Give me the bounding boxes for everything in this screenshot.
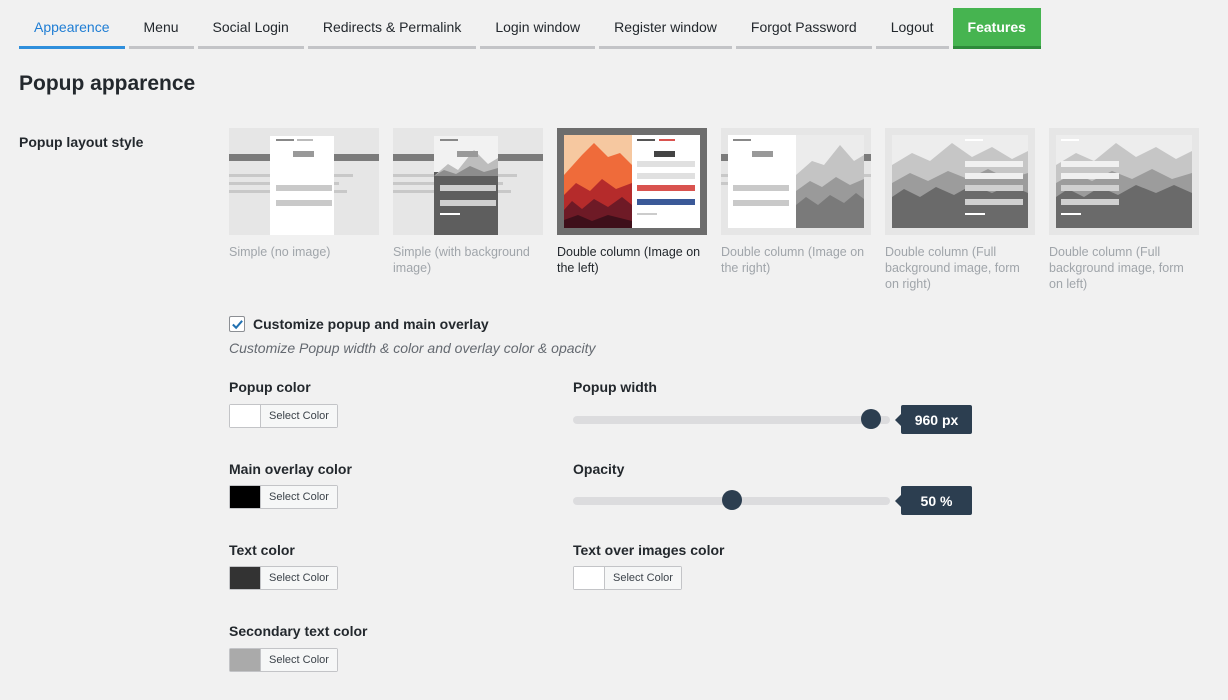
layout-caption: Simple (no image)	[229, 245, 331, 259]
select-color-button[interactable]: Select Color	[261, 649, 337, 671]
secondary-text-color-picker[interactable]: Select Color	[229, 648, 338, 672]
customize-description: Customize Popup width & color and overla…	[229, 340, 596, 356]
tab-redirects-permalink[interactable]: Redirects & Permalink	[307, 8, 477, 49]
text-color-label: Text color	[229, 542, 295, 558]
color-swatch	[574, 567, 605, 589]
popup-width-value: 960 px	[895, 405, 972, 434]
customize-checkbox[interactable]	[229, 316, 245, 332]
tab-appearence[interactable]: Appearence	[19, 8, 125, 49]
opacity-slider[interactable]	[573, 490, 890, 510]
layout-full-right-thumbnail	[885, 128, 1035, 235]
layout-option-simple[interactable]: Simple (no image)	[229, 128, 379, 292]
text-over-images-color-picker[interactable]: Select Color	[573, 566, 682, 590]
layout-option-simple-background[interactable]: Simple (with background image)	[393, 128, 543, 292]
layout-simple-thumbnail	[229, 128, 379, 235]
main-overlay-color-picker[interactable]: Select Color	[229, 485, 338, 509]
secondary-text-color-label: Secondary text color	[229, 623, 368, 639]
page-title: Popup apparence	[19, 72, 196, 95]
select-color-button[interactable]: Select Color	[605, 567, 681, 589]
popup-color-label: Popup color	[229, 379, 311, 395]
color-swatch	[230, 486, 261, 508]
layout-options: Simple (no image) Simple (with backgroun…	[229, 128, 1199, 292]
layout-caption: Simple (with background image)	[393, 245, 530, 275]
layout-caption: Double column (Full background image, fo…	[1049, 245, 1184, 291]
select-color-button[interactable]: Select Color	[261, 405, 337, 427]
slider-handle[interactable]	[721, 490, 742, 510]
main-overlay-color-label: Main overlay color	[229, 461, 352, 477]
opacity-label: Opacity	[573, 461, 625, 477]
layout-option-double-image-left[interactable]: Double column (Image on the left)	[557, 128, 707, 292]
tab-forgot-password[interactable]: Forgot Password	[735, 8, 872, 49]
layout-caption: Double column (Image on the left)	[557, 245, 701, 275]
layout-double-left-thumbnail	[557, 128, 707, 235]
select-color-button[interactable]: Select Color	[261, 486, 337, 508]
layout-caption: Double column (Image on the right)	[721, 245, 865, 275]
layout-double-right-thumbnail	[721, 128, 871, 235]
color-swatch	[230, 567, 261, 589]
text-color-picker[interactable]: Select Color	[229, 566, 338, 590]
popup-layout-style-label: Popup layout style	[19, 134, 144, 150]
layout-option-double-image-right[interactable]: Double column (Image on the right)	[721, 128, 871, 292]
slider-handle[interactable]	[861, 409, 882, 429]
select-color-button[interactable]: Select Color	[261, 567, 337, 589]
settings-tabs: Appearence Menu Social Login Redirects &…	[19, 8, 1041, 49]
color-swatch	[230, 405, 261, 427]
color-swatch	[230, 649, 261, 671]
popup-color-picker[interactable]: Select Color	[229, 404, 338, 428]
tab-social-login[interactable]: Social Login	[197, 8, 304, 49]
popup-width-slider[interactable]	[573, 409, 890, 429]
tab-features[interactable]: Features	[952, 8, 1041, 49]
opacity-value: 50 %	[895, 486, 972, 515]
customize-overlay-option: Customize popup and main overlay	[229, 316, 489, 332]
layout-option-full-background-form-right[interactable]: Double column (Full background image, fo…	[885, 128, 1035, 292]
tab-register-window[interactable]: Register window	[599, 8, 732, 49]
checkmark-icon	[231, 319, 243, 329]
tab-logout[interactable]: Logout	[875, 8, 949, 49]
layout-full-left-thumbnail	[1049, 128, 1199, 235]
layout-caption: Double column (Full background image, fo…	[885, 245, 1020, 291]
text-over-images-color-label: Text over images color	[573, 542, 725, 558]
customize-label: Customize popup and main overlay	[253, 316, 489, 332]
popup-width-label: Popup width	[573, 379, 657, 395]
layout-option-full-background-form-left[interactable]: Double column (Full background image, fo…	[1049, 128, 1199, 292]
tab-menu[interactable]: Menu	[128, 8, 194, 49]
layout-simple-background-thumbnail	[393, 128, 543, 235]
tab-login-window[interactable]: Login window	[480, 8, 596, 49]
